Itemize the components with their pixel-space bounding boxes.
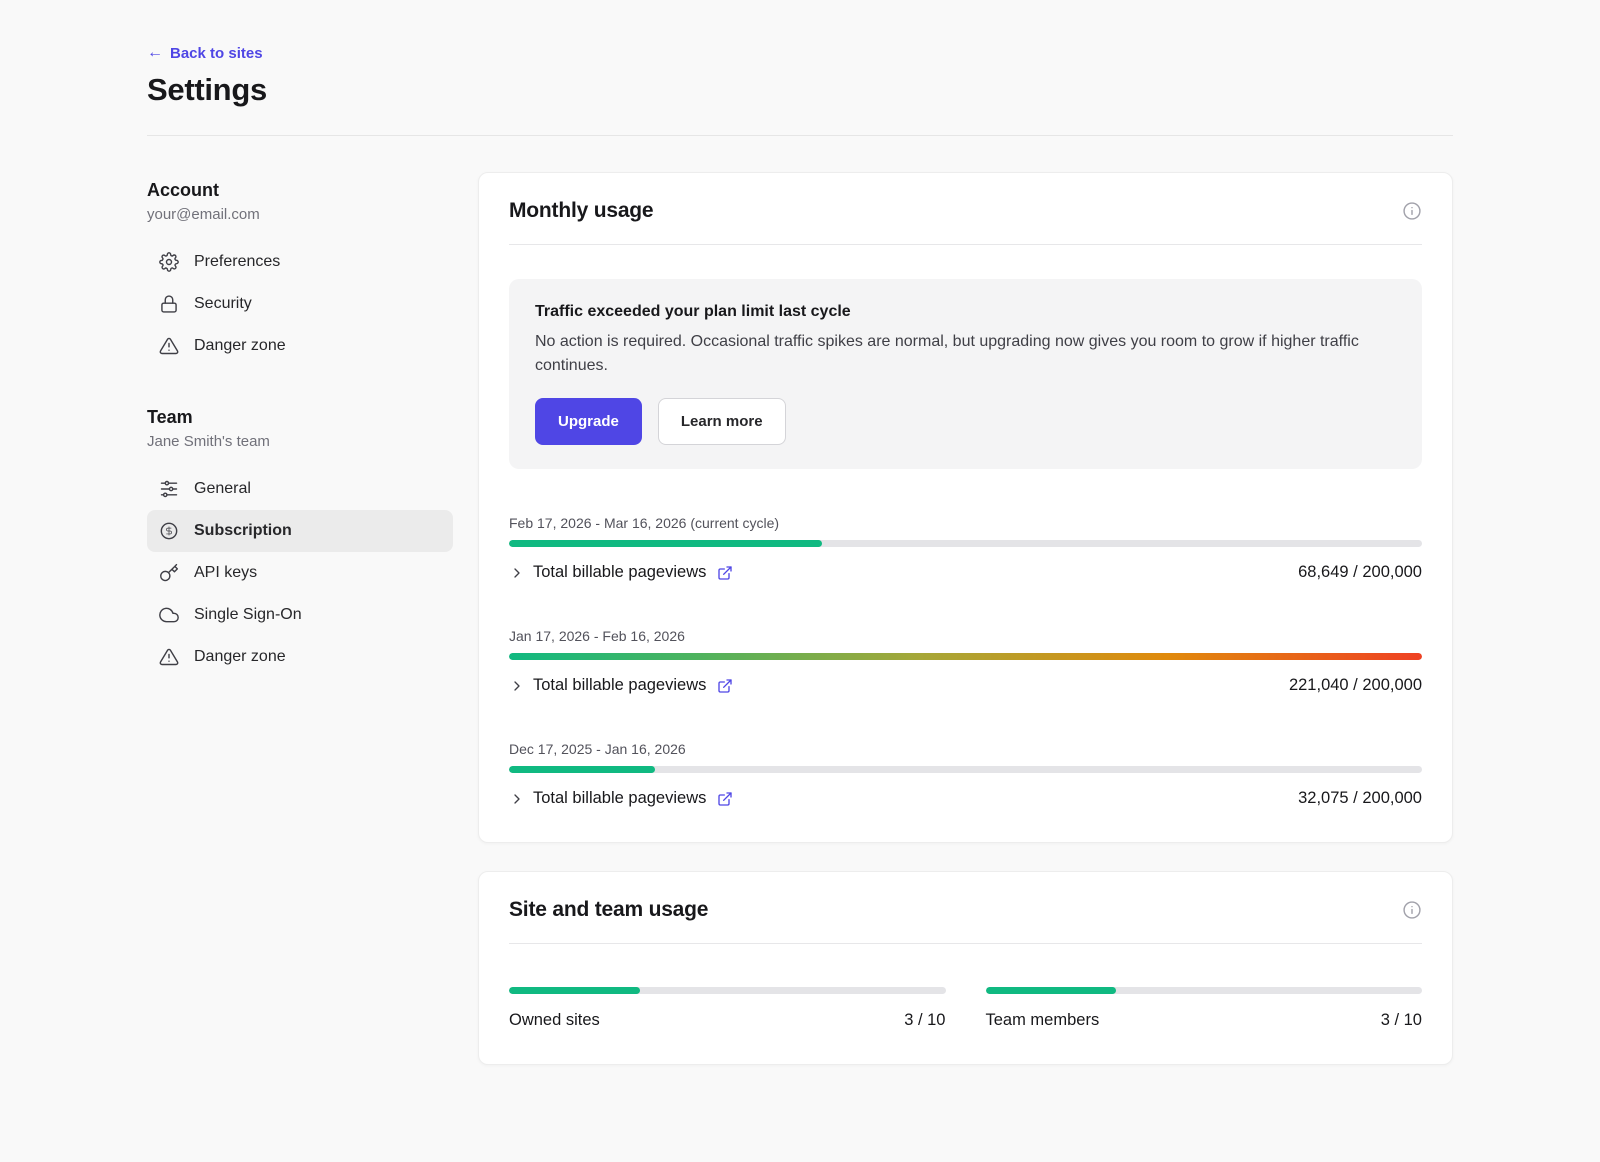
- team-members-label: Team members: [986, 1011, 1100, 1030]
- site-team-usage-card: Site and team usage Owned sites: [478, 871, 1453, 1065]
- owned-sites-label: Owned sites: [509, 1011, 600, 1030]
- warning-triangle-icon: [159, 647, 179, 667]
- team-section: Team Jane Smith's team General Subscript…: [147, 407, 453, 678]
- usage-progress-track: [509, 540, 1422, 547]
- learn-more-button[interactable]: Learn more: [658, 398, 786, 445]
- dollar-circle-icon: [159, 521, 179, 541]
- sidebar-item-label: Single Sign-On: [194, 606, 302, 624]
- usage-progress-track: [509, 653, 1422, 660]
- owned-sites-progress-fill: [509, 987, 640, 994]
- usage-cycle-older: Dec 17, 2025 - Jan 16, 2026 Total billab…: [509, 741, 1422, 808]
- sidebar-item-general[interactable]: General: [147, 468, 453, 510]
- sidebar-item-security[interactable]: Security: [147, 283, 453, 325]
- back-link-label: Back to sites: [170, 45, 263, 62]
- usage-progress-track: [509, 766, 1422, 773]
- sidebar-item-label: Subscription: [194, 522, 292, 540]
- account-heading: Account: [147, 180, 453, 201]
- team-members-progress-fill: [986, 987, 1117, 994]
- info-circle-icon[interactable]: [1402, 201, 1422, 221]
- card-divider: [509, 943, 1422, 944]
- account-section: Account your@email.com Preferences Secur…: [147, 180, 453, 367]
- gear-icon: [159, 252, 179, 272]
- site-team-usage-title: Site and team usage: [509, 898, 708, 922]
- team-members-metric: Team members 3 / 10: [986, 978, 1423, 1030]
- chevron-right-icon: [509, 678, 525, 694]
- header-divider: [147, 135, 1453, 136]
- sidebar-item-api-keys[interactable]: API keys: [147, 552, 453, 594]
- upgrade-button[interactable]: Upgrade: [535, 398, 642, 445]
- settings-sidebar: Account your@email.com Preferences Secur…: [147, 172, 453, 1065]
- pageviews-label: Total billable pageviews: [533, 676, 706, 695]
- lock-icon: [159, 294, 179, 314]
- sidebar-item-danger-zone-account[interactable]: Danger zone: [147, 325, 453, 367]
- pageviews-value: 68,649 / 200,000: [1298, 563, 1422, 582]
- expand-pageviews-row[interactable]: Total billable pageviews: [509, 789, 733, 808]
- usage-cycle-current: Feb 17, 2026 - Mar 16, 2026 (current cyc…: [509, 515, 1422, 582]
- settings-layout: Account your@email.com Preferences Secur…: [147, 172, 1453, 1065]
- pageviews-label: Total billable pageviews: [533, 789, 706, 808]
- notice-title: Traffic exceeded your plan limit last cy…: [535, 303, 1396, 321]
- sidebar-item-label: Danger zone: [194, 337, 286, 355]
- sidebar-item-label: Security: [194, 295, 252, 313]
- sidebar-item-label: Danger zone: [194, 648, 286, 666]
- owned-sites-value: 3 / 10: [904, 1011, 945, 1030]
- cycle-period: Feb 17, 2026 - Mar 16, 2026 (current cyc…: [509, 515, 1422, 531]
- back-arrow-icon: ←: [147, 45, 163, 61]
- external-link-icon[interactable]: [717, 678, 733, 694]
- monthly-usage-card: Monthly usage Traffic exceeded your plan…: [478, 172, 1453, 843]
- external-link-icon[interactable]: [717, 791, 733, 807]
- team-members-progress-track: [986, 987, 1423, 994]
- pageviews-value: 32,075 / 200,000: [1298, 789, 1422, 808]
- expand-pageviews-row[interactable]: Total billable pageviews: [509, 563, 733, 582]
- warning-triangle-icon: [159, 336, 179, 356]
- cycle-period: Jan 17, 2026 - Feb 16, 2026: [509, 628, 1422, 644]
- back-to-sites-link[interactable]: ← Back to sites: [147, 45, 263, 62]
- plan-limit-notice: Traffic exceeded your plan limit last cy…: [509, 279, 1422, 469]
- settings-screen: ← Back to sites Settings Account your@em…: [0, 0, 1600, 1162]
- sidebar-item-label: API keys: [194, 564, 257, 582]
- cloud-icon: [159, 605, 179, 625]
- settings-content: Monthly usage Traffic exceeded your plan…: [478, 172, 1453, 1065]
- sidebar-item-label: General: [194, 480, 251, 498]
- sidebar-item-single-sign-on[interactable]: Single Sign-On: [147, 594, 453, 636]
- usage-progress-fill: [509, 653, 1422, 660]
- usage-progress-fill: [509, 540, 822, 547]
- key-icon: [159, 563, 179, 583]
- sliders-icon: [159, 479, 179, 499]
- chevron-right-icon: [509, 565, 525, 581]
- usage-progress-fill: [509, 766, 655, 773]
- pageviews-label: Total billable pageviews: [533, 563, 706, 582]
- usage-metrics: Owned sites 3 / 10 Team members 3 / 10: [509, 978, 1422, 1030]
- sidebar-item-subscription[interactable]: Subscription: [147, 510, 453, 552]
- sidebar-item-preferences[interactable]: Preferences: [147, 241, 453, 283]
- page-title: Settings: [147, 72, 1453, 108]
- settings-page: ← Back to sites Settings Account your@em…: [147, 0, 1453, 1065]
- owned-sites-progress-track: [509, 987, 946, 994]
- usage-cycle-previous: Jan 17, 2026 - Feb 16, 2026 Total billab…: [509, 628, 1422, 695]
- account-email: your@email.com: [147, 206, 453, 223]
- notice-body: No action is required. Occasional traffi…: [535, 330, 1396, 378]
- monthly-usage-title: Monthly usage: [509, 199, 653, 223]
- expand-pageviews-row[interactable]: Total billable pageviews: [509, 676, 733, 695]
- team-heading: Team: [147, 407, 453, 428]
- team-name: Jane Smith's team: [147, 433, 453, 450]
- team-members-value: 3 / 10: [1381, 1011, 1422, 1030]
- cycle-period: Dec 17, 2025 - Jan 16, 2026: [509, 741, 1422, 757]
- owned-sites-metric: Owned sites 3 / 10: [509, 978, 946, 1030]
- external-link-icon[interactable]: [717, 565, 733, 581]
- chevron-right-icon: [509, 791, 525, 807]
- pageviews-value: 221,040 / 200,000: [1289, 676, 1422, 695]
- sidebar-item-label: Preferences: [194, 253, 280, 271]
- card-divider: [509, 244, 1422, 245]
- sidebar-item-danger-zone-team[interactable]: Danger zone: [147, 636, 453, 678]
- info-circle-icon[interactable]: [1402, 900, 1422, 920]
